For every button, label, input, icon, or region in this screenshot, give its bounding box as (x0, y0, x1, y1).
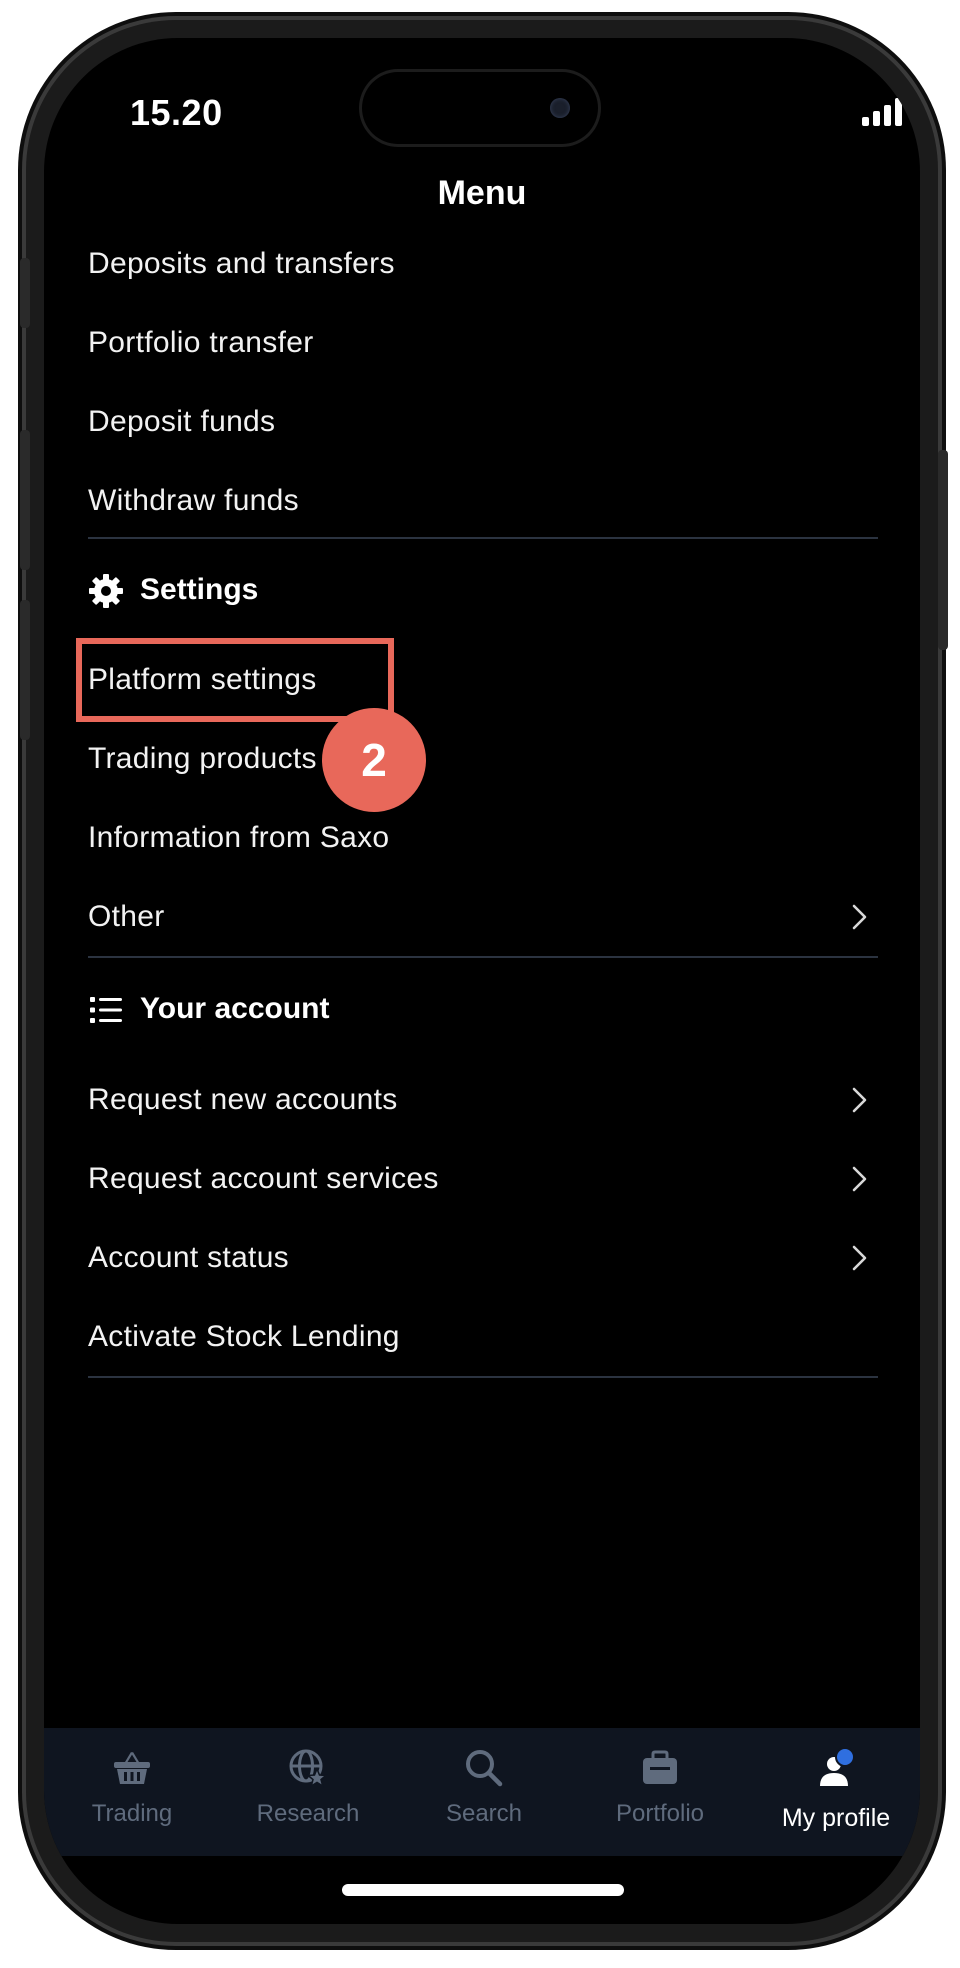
menu-item-platform-settings[interactable]: Platform settings (76, 638, 878, 722)
basket-icon (114, 1752, 150, 1784)
tab-label: Search (445, 1800, 523, 1827)
account-section-title: Your account (140, 992, 330, 1025)
menu-item-other[interactable]: Other (88, 887, 878, 947)
menu-item-label: Other (88, 900, 165, 933)
menu-item-request-new-accounts[interactable]: Request new accounts (88, 1070, 878, 1130)
volume-down-button (20, 600, 30, 740)
settings-section-title: Settings (140, 573, 259, 606)
briefcase-icon (643, 1750, 677, 1784)
menu-item-label: Withdraw funds (88, 484, 299, 517)
tab-label: My profile (781, 1804, 891, 1832)
menu-item-activate-stock-lending[interactable]: Activate Stock Lending (88, 1307, 878, 1367)
menu-item-portfolio-transfer[interactable]: Portfolio transfer (88, 313, 878, 373)
menu-item-label: Request new accounts (88, 1083, 398, 1116)
power-button (938, 450, 948, 650)
screen: 15.20 77 Menu Deposits and tr (44, 38, 920, 1924)
menu-item-label: Activate Stock Lending (88, 1320, 400, 1353)
tab-my-profile[interactable]: My profile (748, 1728, 920, 1856)
tab-label: Research (256, 1800, 360, 1827)
chevron-right-icon (852, 1245, 867, 1271)
tab-label: Portfolio (615, 1800, 705, 1827)
globe-star-icon (289, 1749, 328, 1788)
menu-item-label: Trading products (88, 742, 317, 775)
menu-item-label: Portfolio transfer (88, 326, 314, 359)
page-title: Menu (437, 174, 527, 212)
menu-item-request-account-services[interactable]: Request account services (88, 1149, 878, 1209)
tab-research[interactable]: Research (220, 1728, 396, 1856)
chevron-right-icon (852, 904, 867, 930)
menu-item-account-status[interactable]: Account status (88, 1228, 878, 1288)
home-indicator (342, 1884, 624, 1896)
section-divider (88, 537, 878, 539)
phone-frame: 15.20 77 Menu Deposits and tr (20, 20, 948, 1942)
tab-portfolio[interactable]: Portfolio (572, 1728, 748, 1856)
tab-search[interactable]: Search (396, 1728, 572, 1856)
status-time: 15.20 (130, 92, 223, 133)
menu-item-label: Account status (88, 1241, 289, 1274)
list-icon (90, 997, 122, 1023)
tab-label: Trading (91, 1800, 173, 1827)
menu-item-label: Information from Saxo (88, 821, 390, 854)
status-bar: 15.20 77 (44, 38, 920, 158)
action-button (20, 258, 30, 328)
bottom-tab-bar: Trading Research Search Portfolio My pro… (44, 1728, 920, 1856)
step-number-badge: 2 (322, 708, 426, 812)
menu-item-withdraw-funds[interactable]: Withdraw funds (88, 471, 878, 531)
menu-item-information-from-saxo[interactable]: Information from Saxo (88, 808, 878, 868)
gear-icon (89, 574, 123, 608)
chevron-right-icon (852, 1166, 867, 1192)
menu-item-label: Deposits and transfers (88, 247, 395, 280)
camera-icon (550, 98, 570, 118)
menu-item-label: Request account services (88, 1162, 439, 1195)
menu-item-deposits-and-transfers[interactable]: Deposits and transfers (88, 234, 878, 294)
menu-item-deposit-funds[interactable]: Deposit funds (88, 392, 878, 452)
highlight-box (76, 638, 394, 722)
menu-item-trading-products[interactable]: Trading products (88, 729, 878, 789)
menu-item-label: Deposit funds (88, 405, 276, 438)
section-divider (88, 1376, 878, 1378)
volume-up-button (20, 430, 30, 570)
search-icon (466, 1750, 503, 1787)
chevron-right-icon (852, 1087, 867, 1113)
tab-trading[interactable]: Trading (44, 1728, 220, 1856)
profile-icon (820, 1748, 855, 1786)
dynamic-island (362, 72, 598, 144)
section-divider (88, 956, 878, 958)
signal-icon (862, 98, 906, 126)
